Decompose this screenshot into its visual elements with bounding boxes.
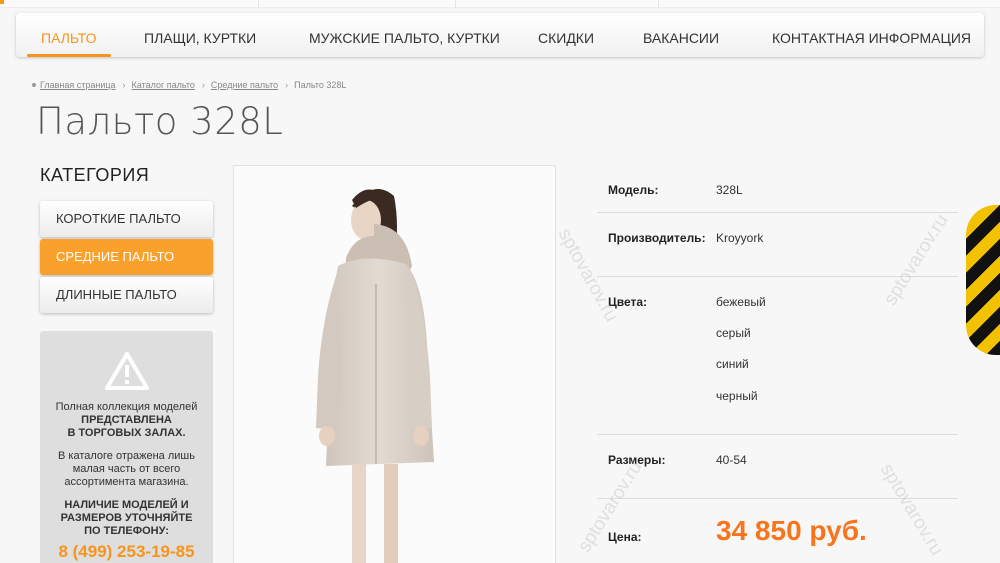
info-text-catalog: В каталоге отражена лишь малая часть от …	[58, 450, 195, 488]
page-title: Пальто 328L	[36, 100, 284, 143]
top-strip	[0, 0, 1000, 8]
info-text-collection: Полная коллекция моделей ПРЕДСТАВЛЕНА В …	[40, 401, 213, 440]
top-divider	[455, 0, 456, 8]
info-line-bold: ПРЕДСТАВЛЕНА	[81, 414, 172, 426]
top-divider	[658, 0, 659, 8]
color-option: серый	[716, 326, 751, 340]
spec-label: Размеры:	[608, 453, 666, 467]
top-accent	[0, 0, 4, 4]
breadcrumb-link-catalog[interactable]: Каталог пальто	[132, 80, 195, 90]
nav-item-raincoats-jackets[interactable]: ПЛАЩИ, КУРТКИ	[144, 13, 256, 57]
category-short-coats-button[interactable]: КОРОТКИЕ ПАЛЬТО	[40, 201, 213, 237]
main-nav: ПАЛЬТО ПЛАЩИ, КУРТКИ МУЖСКИЕ ПАЛЬТО, КУР…	[16, 13, 984, 57]
breadcrumb-link-home[interactable]: Главная страница	[40, 80, 116, 90]
product-photo[interactable]	[233, 165, 556, 563]
store-info-box: Полная коллекция моделей ПРЕДСТАВЛЕНА В …	[40, 331, 213, 563]
breadcrumb-dot	[32, 83, 36, 87]
spec-row-sizes: Размеры: 40-54	[597, 435, 958, 499]
nav-item-discounts[interactable]: СКИДКИ	[538, 13, 594, 57]
spec-value-sizes: 40-54	[716, 453, 747, 467]
price-value: 34 850 руб.	[716, 515, 867, 546]
nav-item-contacts[interactable]: КОНТАКТНАЯ ИНФОРМАЦИЯ	[772, 13, 971, 57]
breadcrumb: Главная страница › Каталог пальто › Средние …	[32, 80, 346, 90]
spec-row-model: Модель: 328L	[597, 165, 958, 213]
spec-row-maker: Производитель: Kroyyork	[597, 213, 958, 277]
info-line-bold: НАЛИЧИЕ МОДЕЛЕЙ И РАЗМЕРОВ УТОЧНЯЙТЕ ПО …	[60, 499, 193, 537]
spec-label: Производитель:	[608, 231, 706, 245]
category-long-coats-button[interactable]: ДЛИННЫЕ ПАЛЬТО	[40, 277, 213, 313]
breadcrumb-link-medium-coats[interactable]: Средние пальто	[211, 80, 278, 90]
category-heading: КАТЕГОРИЯ	[40, 165, 150, 185]
info-line: Полная коллекция моделей	[55, 401, 198, 413]
nav-item-coats[interactable]: ПАЛЬТО	[27, 13, 110, 57]
spec-label: Модель:	[608, 183, 659, 197]
category-medium-coats-button[interactable]: СРЕДНИЕ ПАЛЬТО	[40, 239, 213, 275]
warning-icon	[104, 352, 149, 390]
phone-number[interactable]: 8 (499) 253-19-85	[40, 542, 213, 562]
spec-row-colors: Цвета: бежевый серый синий черный	[597, 277, 958, 435]
spec-row-price: Цена: 34 850 руб.	[597, 499, 958, 563]
coat-model-image	[316, 188, 434, 563]
breadcrumb-current: Пальто 328L	[294, 80, 347, 90]
top-divider	[258, 0, 259, 8]
spec-value-maker: Kroyyork	[716, 231, 764, 245]
spec-value-model: 328L	[716, 183, 743, 197]
nav-item-mens-coats[interactable]: МУЖСКИЕ ПАЛЬТО, КУРТКИ	[309, 13, 500, 57]
chevron-right-icon: ›	[285, 80, 289, 90]
chevron-right-icon: ›	[201, 80, 205, 90]
spec-label: Цена:	[608, 530, 642, 544]
color-option: бежевый	[716, 295, 766, 309]
color-option: синий	[716, 357, 749, 371]
nav-item-vacancies[interactable]: ВАКАНСИИ	[643, 13, 719, 57]
info-line-bold: В ТОРГОВЫХ ЗАЛАХ.	[67, 427, 186, 439]
hazard-stripe-decoration	[966, 205, 1000, 355]
color-option: черный	[716, 389, 758, 403]
chevron-right-icon: ›	[122, 80, 126, 90]
info-text-availability: НАЛИЧИЕ МОДЕЛЕЙ И РАЗМЕРОВ УТОЧНЯЙТЕ ПО …	[40, 499, 213, 538]
spec-label: Цвета:	[608, 295, 648, 309]
